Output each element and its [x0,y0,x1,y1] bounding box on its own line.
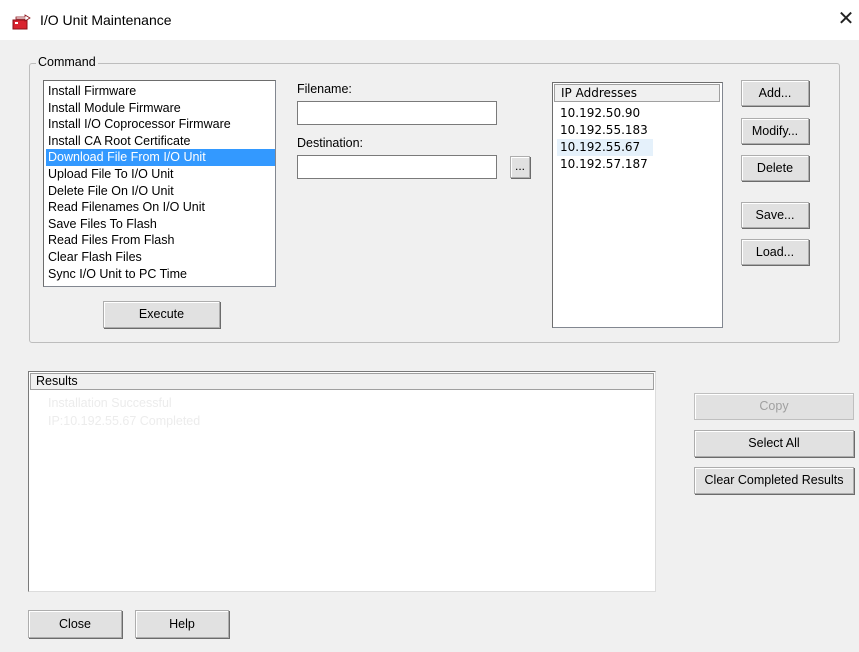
command-item[interactable]: Install Module Firmware [46,100,275,117]
ip-address-list[interactable]: 10.192.50.90 10.192.55.183 10.192.55.67 10.… [552,82,723,328]
command-item[interactable]: Read Filenames On I/O Unit [46,199,275,216]
command-item[interactable]: Install I/O Coprocessor Firmware [46,116,275,133]
command-item[interactable]: Install CA Root Certificate [46,133,275,150]
command-item[interactable]: Install Firmware [46,83,275,100]
ip-address-item[interactable]: 10.192.55.67 [557,139,653,156]
result-line: Installation Successful [48,396,172,410]
destination-label: Destination: [297,136,364,150]
command-item[interactable]: Save Files To Flash [46,216,275,233]
help-button[interactable]: Help [135,610,229,638]
copy-results-button[interactable]: Copy [694,393,854,420]
add-ip-button[interactable]: Add... [741,80,809,106]
browse-button[interactable]: ... [510,156,530,178]
result-line: IP:10.192.55.67 Completed [48,414,201,428]
clear-completed-results-button[interactable]: Clear Completed Results [694,467,854,494]
delete-ip-button[interactable]: Delete [741,155,809,181]
command-group-label: Command [36,55,98,69]
execute-button[interactable]: Execute [103,301,220,328]
close-button[interactable]: Close [28,610,122,638]
filename-input[interactable] [297,101,497,125]
load-ip-list-button[interactable]: Load... [741,239,809,265]
command-list[interactable]: Install Firmware Install Module Firmware I… [43,80,276,287]
io-unit-app-icon [11,14,31,30]
save-ip-list-button[interactable]: Save... [741,202,809,228]
command-item[interactable]: Read Files From Flash [46,232,275,249]
results-column-header[interactable]: Results [30,373,654,390]
command-item[interactable]: Upload File To I/O Unit [46,166,275,183]
command-item[interactable]: Sync I/O Unit to PC Time [46,266,275,283]
ip-address-item[interactable]: 10.192.50.90 [557,105,653,122]
command-item[interactable]: Delete File On I/O Unit [46,183,275,200]
filename-label: Filename: [297,82,352,96]
command-item[interactable]: Download File From I/O Unit [46,149,275,166]
ip-address-item[interactable]: 10.192.57.187 [557,156,653,173]
destination-input[interactable] [297,155,497,179]
command-item[interactable]: Clear Flash Files [46,249,275,266]
ip-addresses-column-header[interactable]: IP Addresses [554,84,720,102]
ip-address-item[interactable]: 10.192.55.183 [557,122,653,139]
close-window-icon[interactable]: ✕ [835,6,857,32]
modify-ip-button[interactable]: Modify... [741,118,809,144]
select-all-results-button[interactable]: Select All [694,430,854,457]
window-title: I/O Unit Maintenance [40,12,172,28]
